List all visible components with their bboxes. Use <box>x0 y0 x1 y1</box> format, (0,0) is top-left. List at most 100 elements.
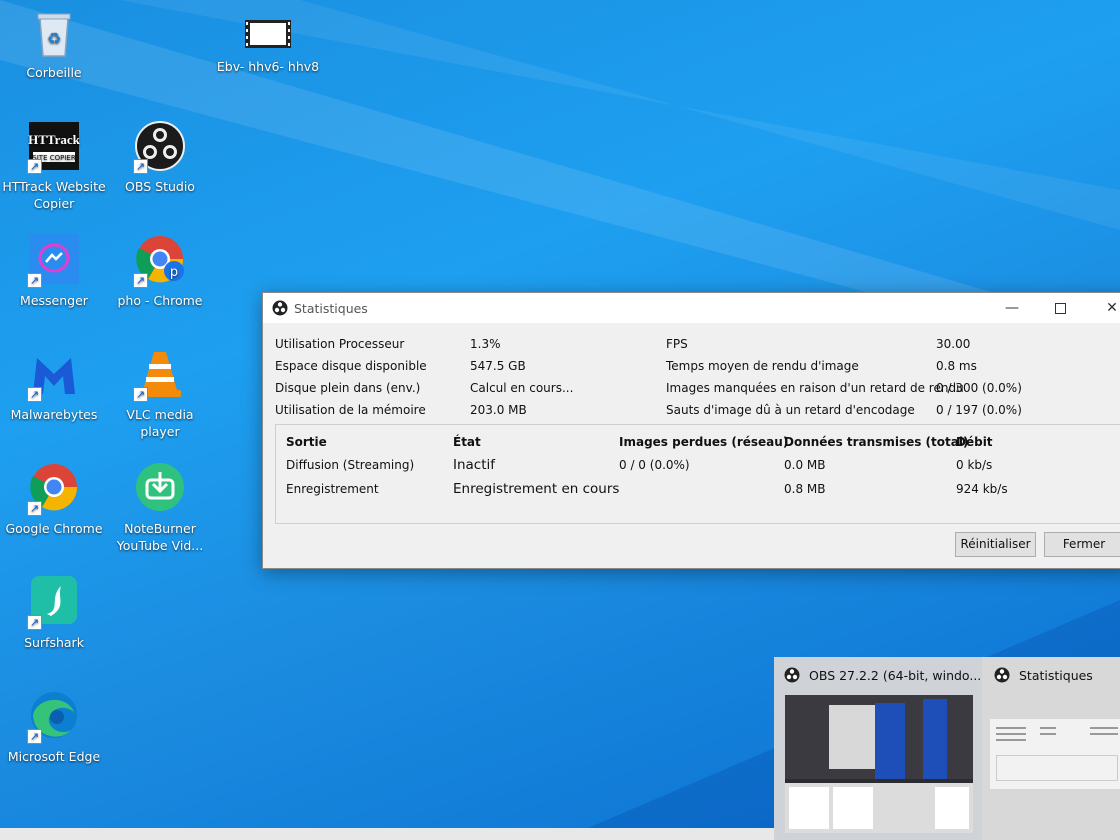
shortcut-arrow-icon: ↗ <box>27 159 42 174</box>
desktop-icon-label: pho - Chrome <box>117 293 203 308</box>
stats-window: Statistiques — ✕ Utilisation Processeur … <box>262 292 1120 569</box>
shortcut-arrow-icon: ↗ <box>27 615 42 630</box>
shortcut-arrow-icon: ↗ <box>133 273 148 288</box>
desktop-icon-google-chrome[interactable]: ↗ Google Chrome <box>0 462 108 537</box>
desktop-icon-malwarebytes[interactable]: ↗ Malwarebytes <box>0 348 108 423</box>
stat-label: Espace disque disponible <box>275 359 427 373</box>
maximize-icon <box>1054 302 1066 314</box>
desktop-icon-obs[interactable]: ↗ OBS Studio <box>106 120 214 195</box>
window-title: Statistiques <box>294 300 368 316</box>
desktop-icon-messenger[interactable]: ↗ Messenger <box>0 234 108 309</box>
malwarebytes-icon: ↗ <box>27 348 81 402</box>
stat-value: 0 / 300 (0.0%) <box>936 381 1022 395</box>
noteburner-icon <box>133 462 187 516</box>
column-header: Débit <box>956 435 993 449</box>
stat-value: Calcul en cours... <box>470 381 574 395</box>
table-cell: Enregistrement en cours <box>453 481 620 497</box>
maximize-button[interactable] <box>1037 293 1083 323</box>
shortcut-arrow-icon: ↗ <box>133 387 148 402</box>
preview-tile-obs[interactable]: OBS 27.2.2 (64-bit, windo... <box>774 657 982 840</box>
shortcut-arrow-icon: ↗ <box>27 387 42 402</box>
table-cell: 0 / 0 (0.0%) <box>619 458 690 472</box>
obs-icon: ↗ <box>133 120 187 174</box>
taskbar-preview: OBS 27.2.2 (64-bit, windo... Statistique… <box>774 657 1120 840</box>
column-header: Données transmises (total) <box>784 435 969 449</box>
desktop-icon-label: Ebv- hhv6- hhv8 <box>216 59 320 74</box>
desktop-icon-label: Malwarebytes <box>10 407 98 422</box>
httrack-logo-text: HTTrack <box>28 132 81 147</box>
stat-label: Temps moyen de rendu d'image <box>666 359 859 373</box>
desktop-icon-label: Messenger <box>20 293 88 308</box>
desktop-icon-noteburner[interactable]: NoteBurner YouTube Vid... <box>106 462 214 554</box>
minimize-icon: — <box>1005 300 1019 316</box>
table-cell: 924 kb/s <box>956 482 1008 496</box>
surfshark-icon: ↗ <box>27 576 81 630</box>
stat-label: Images manquées en raison d'un retard de… <box>666 381 964 395</box>
stat-value: 0 / 197 (0.0%) <box>936 403 1022 417</box>
obs-icon <box>272 300 288 316</box>
stat-value: 203.0 MB <box>470 403 527 417</box>
desktop-icon-label: OBS Studio <box>125 179 195 194</box>
stat-label: Disque plein dans (env.) <box>275 381 421 395</box>
close-window-button[interactable]: ✕ <box>1089 293 1120 323</box>
stat-value: 547.5 GB <box>470 359 526 373</box>
desktop-icon-label: Google Chrome <box>5 521 103 536</box>
desktop-icon-surfshark[interactable]: ↗ Surfshark <box>0 576 108 651</box>
messenger-icon: ↗ <box>27 234 81 288</box>
chrome-profile-icon: p ↗ <box>133 234 187 288</box>
close-button[interactable]: Fermer <box>1044 532 1120 557</box>
shortcut-arrow-icon: ↗ <box>133 159 148 174</box>
shortcut-arrow-icon: ↗ <box>27 273 42 288</box>
stat-value: 0.8 ms <box>936 359 977 373</box>
shortcut-arrow-icon: ↗ <box>27 729 42 744</box>
desktop-icon-httrack[interactable]: HTTrack SITE COPIER ↗ HTTrack Website Co… <box>0 120 108 212</box>
desktop-icon-label: Surfshark <box>24 635 84 650</box>
minimize-button[interactable]: — <box>989 293 1035 323</box>
stat-label: FPS <box>666 337 688 351</box>
stat-label: Sauts d'image dû à un retard d'encodage <box>666 403 915 417</box>
table-cell: Enregistrement <box>286 482 379 496</box>
obs-icon <box>784 667 800 683</box>
table-cell: 0.0 MB <box>784 458 826 472</box>
desktop-icon-label: Microsoft Edge <box>7 749 101 764</box>
preview-title: OBS 27.2.2 (64-bit, windo... <box>809 667 982 683</box>
stat-label: Utilisation Processeur <box>275 337 405 351</box>
edge-icon: ↗ <box>27 690 81 744</box>
shortcut-arrow-icon: ↗ <box>27 501 42 516</box>
preview-title: Statistiques <box>1019 667 1093 683</box>
reset-button[interactable]: Réinitialiser <box>955 532 1036 557</box>
table-cell: 0.8 MB <box>784 482 826 496</box>
table-cell: 0 kb/s <box>956 458 993 472</box>
desktop-icon-label: VLC media player <box>126 407 194 439</box>
stats-window-thumbnail <box>990 719 1120 789</box>
desktop-icon-edge[interactable]: ↗ Microsoft Edge <box>0 690 108 765</box>
httrack-icon: HTTrack SITE COPIER ↗ <box>27 120 81 174</box>
column-header: État <box>453 435 481 449</box>
vlc-icon: ↗ <box>133 348 187 402</box>
preview-tile-stats[interactable]: Statistiques <box>982 657 1120 840</box>
desktop-icon-video-file[interactable]: Ebv- hhv6- hhv8 <box>214 14 322 75</box>
column-header: Sortie <box>286 435 327 449</box>
chrome-icon: ↗ <box>27 462 81 516</box>
video-file-icon <box>241 14 295 54</box>
stat-value: 30.00 <box>936 337 971 351</box>
svg-text:p: p <box>170 265 178 280</box>
obs-window-thumbnail <box>785 695 973 833</box>
title-bar[interactable]: Statistiques — ✕ <box>263 293 1120 323</box>
desktop-icon-label: HTTrack Website Copier <box>2 179 106 211</box>
desktop-icon-recycle-bin[interactable]: ♻ Corbeille <box>0 6 108 81</box>
close-icon: ✕ <box>1106 300 1118 316</box>
table-cell: Diffusion (Streaming) <box>286 458 415 472</box>
desktop-icon-vlc[interactable]: ↗ VLC media player <box>106 348 214 440</box>
column-header: Images perdues (réseau) <box>619 435 789 449</box>
desktop-icon-label: NoteBurner YouTube Vid... <box>116 521 204 553</box>
recycle-bin-icon: ♻ <box>27 6 81 60</box>
desktop-icon-chrome-profile[interactable]: p ↗ pho - Chrome <box>106 234 214 309</box>
taskbar-edge <box>0 828 774 840</box>
stat-label: Utilisation de la mémoire <box>275 403 426 417</box>
outputs-table: Sortie État Images perdues (réseau) Donn… <box>275 424 1120 524</box>
table-cell: Inactif <box>453 457 496 473</box>
obs-icon <box>994 667 1010 683</box>
svg-text:♻: ♻ <box>47 29 61 48</box>
stat-value: 1.3% <box>470 337 501 351</box>
